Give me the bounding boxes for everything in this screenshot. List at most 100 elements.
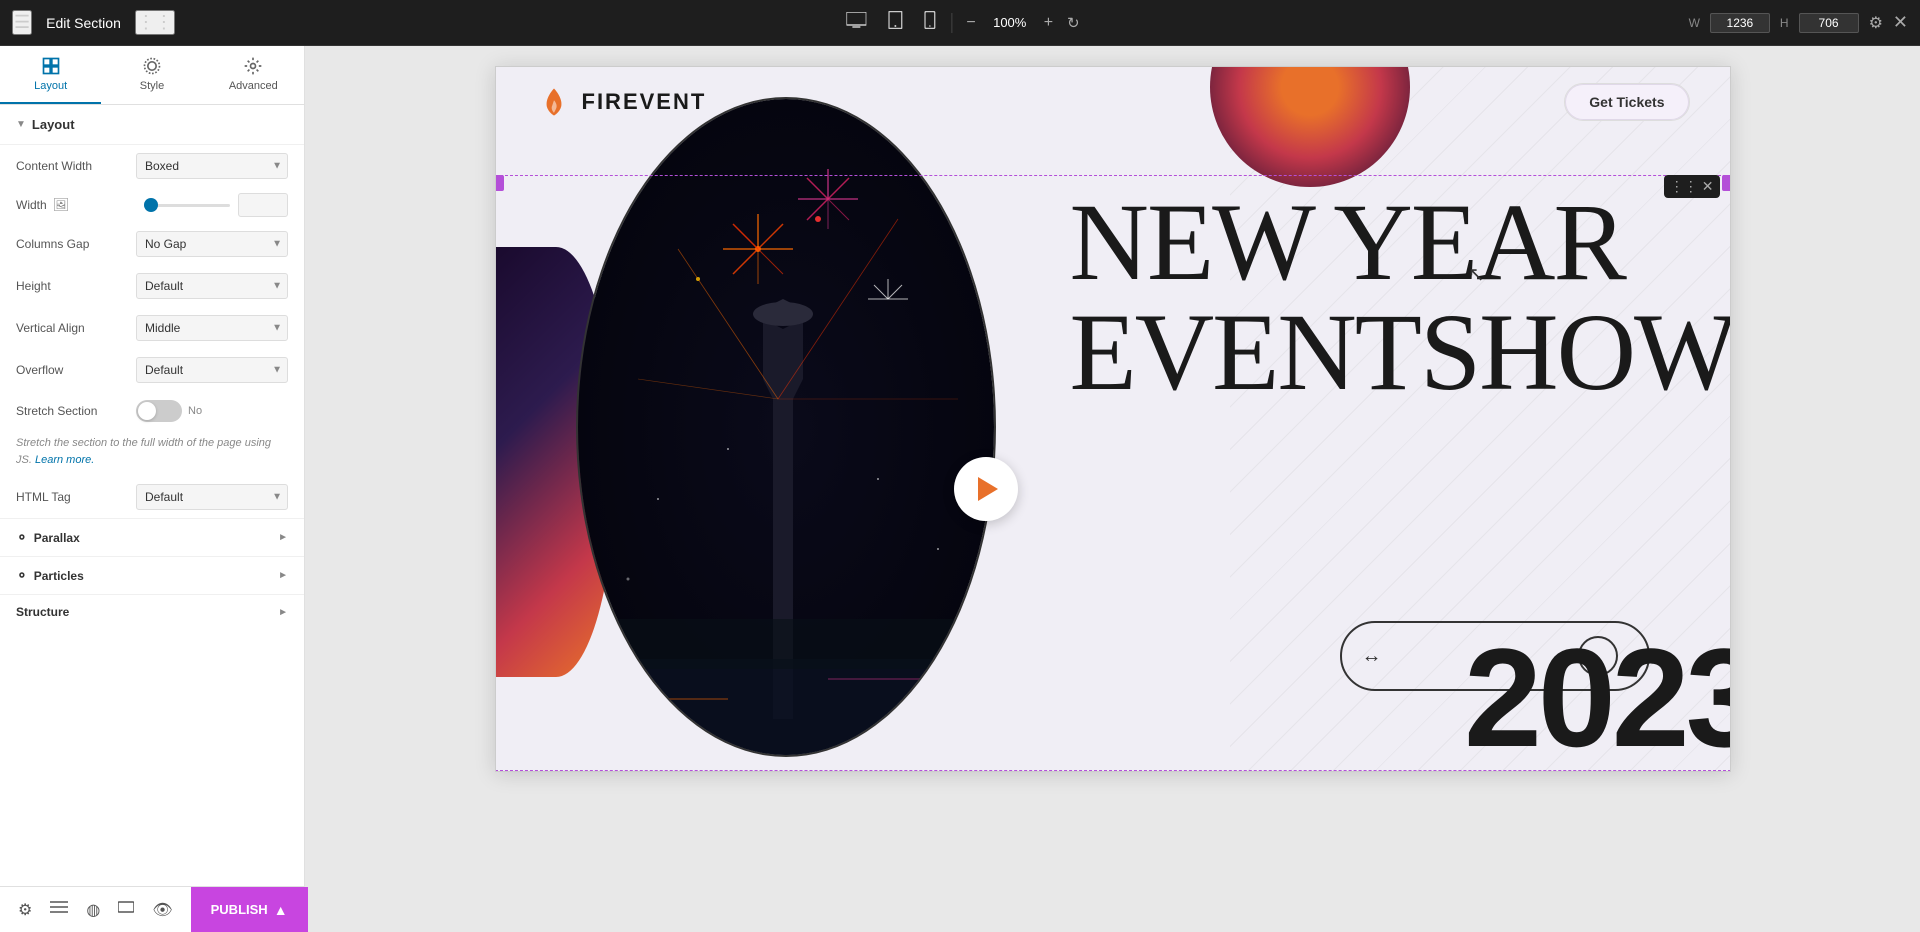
tab-layout-label: Layout <box>34 80 67 92</box>
height-row: Height DefaultFull HeightMin Height ▼ <box>0 265 304 307</box>
play-icon <box>978 477 998 501</box>
columns-gap-row: Columns Gap No GapNarrowDefaultWide ▼ <box>0 223 304 265</box>
preview-btn[interactable]: 👁 <box>146 896 178 924</box>
html-tag-select[interactable]: DefaultHeaderMainFooter <box>136 484 288 510</box>
grid-icon[interactable]: ⋮⋮ <box>135 10 175 35</box>
hero-year-wrap: 2023 <box>1464 635 1730 761</box>
settings-bottom-btn[interactable]: ⚙ <box>12 896 38 924</box>
slide-left-arrow: ↔ <box>1362 645 1382 668</box>
columns-gap-select[interactable]: No GapNarrowDefaultWide <box>136 231 288 257</box>
height-select[interactable]: DefaultFull HeightMin Height <box>136 273 288 299</box>
stretch-toggle[interactable] <box>136 400 182 422</box>
learn-more-link[interactable]: Learn more. <box>35 454 94 466</box>
top-bar-right: W H ⚙ ✕ <box>1689 12 1908 33</box>
width-field-label: Width <box>16 198 47 212</box>
responsive-btn[interactable] <box>112 896 140 923</box>
content-width-select[interactable]: BoxedFull Width <box>136 153 288 179</box>
particles-arrow: ► <box>278 570 288 581</box>
sidebar-tabs: Layout Style Advanced <box>0 46 304 105</box>
sidebar: Layout Style Advanced ▼ Layout Content W… <box>0 46 305 932</box>
parallax-arrow: ► <box>278 532 288 543</box>
floating-toolbar: ⋮⋮ ✕ <box>1664 175 1720 198</box>
particles-icon: ⚬ <box>16 567 28 584</box>
height-field-label: Height <box>16 279 136 293</box>
logo-text: FIREVENT <box>582 89 707 115</box>
parallax-icon: ⚬ <box>16 529 28 546</box>
layers-btn[interactable] <box>44 896 74 923</box>
stretch-section-row: Stretch Section No <box>0 391 304 431</box>
hero-year: 2023 <box>1464 619 1730 772</box>
mobile-device-btn[interactable] <box>918 7 941 38</box>
content-width-control: BoxedFull Width ▼ <box>136 153 288 179</box>
bottom-actions: ⚙ ◍ 👁 <box>0 896 191 924</box>
width-label: W <box>1689 16 1700 30</box>
divider <box>951 13 952 33</box>
publish-button[interactable]: PUBLISH ▲ <box>191 887 308 932</box>
vertical-align-select[interactable]: TopMiddleBottom <box>136 315 288 341</box>
floating-toolbar-drag[interactable]: ⋮⋮ <box>1670 178 1698 195</box>
page-header: FIREVENT Get Tickets <box>496 67 1730 137</box>
width-slider[interactable] <box>144 204 230 207</box>
layout-section-header[interactable]: ▼ Layout <box>0 105 304 145</box>
oval-fireworks-image <box>576 97 996 757</box>
particles-section[interactable]: ⚬ Particles ► <box>0 556 304 594</box>
publish-arrow-icon: ▲ <box>274 902 288 918</box>
height-label: H <box>1780 16 1789 30</box>
overflow-label: Overflow <box>16 363 136 377</box>
tab-style[interactable]: Style <box>101 46 202 104</box>
top-bar: ☰ Edit Section ⋮⋮ − 100% + ↻ W H ⚙ ✕ <box>0 0 1920 46</box>
page-title: Edit Section <box>46 15 121 31</box>
tab-advanced-label: Advanced <box>229 80 278 92</box>
parallax-section[interactable]: ⚬ Parallax ► <box>0 518 304 556</box>
content-width-label: Content Width <box>16 159 136 173</box>
vertical-align-row: Vertical Align TopMiddleBottom ▼ <box>0 307 304 349</box>
floating-toolbar-close[interactable]: ✕ <box>1702 178 1714 195</box>
zoom-in-btn[interactable]: + <box>1040 12 1057 34</box>
width-row: Width 🖼 <box>0 187 304 223</box>
layout-section-title: Layout <box>32 117 75 132</box>
height-input[interactable] <box>1799 13 1859 33</box>
tab-layout[interactable]: Layout <box>0 46 101 104</box>
width-input[interactable] <box>1710 13 1770 33</box>
zoom-value: 100% <box>990 15 1030 30</box>
stretch-toggle-label: No <box>188 405 202 417</box>
canvas: FIREVENT Get Tickets <box>305 46 1920 932</box>
tablet-device-btn[interactable] <box>882 7 908 38</box>
parallax-label: Parallax <box>34 531 80 545</box>
bottom-bar: ⚙ ◍ 👁 PUBLISH ▲ <box>0 886 305 932</box>
zoom-out-btn[interactable]: − <box>962 12 979 34</box>
tab-style-label: Style <box>140 80 164 92</box>
content-width-row: Content Width BoxedFull Width ▼ <box>0 145 304 187</box>
structure-arrow: ► <box>278 607 288 618</box>
get-tickets-btn[interactable]: Get Tickets <box>1564 83 1689 121</box>
fireworks-svg <box>578 99 996 757</box>
undo-btn[interactable]: ↻ <box>1067 14 1080 32</box>
layout-collapse-arrow: ▼ <box>16 119 26 130</box>
selection-handle-tr[interactable] <box>1722 175 1731 191</box>
desktop-device-btn[interactable] <box>840 8 872 37</box>
vertical-align-label: Vertical Align <box>16 321 136 335</box>
close-btn[interactable]: ✕ <box>1893 12 1908 33</box>
top-bar-center: − 100% + ↻ <box>840 7 1079 38</box>
publish-label: PUBLISH <box>211 902 268 917</box>
overflow-row: Overflow DefaultHidden ▼ <box>0 349 304 391</box>
columns-gap-label: Columns Gap <box>16 237 136 251</box>
structure-section[interactable]: Structure ► <box>0 594 304 629</box>
selection-handle-tl[interactable] <box>495 175 504 191</box>
history-btn[interactable]: ◍ <box>80 896 106 924</box>
hero-title: NEW YEAR EVENTSHOW <box>1070 187 1731 407</box>
structure-label: Structure <box>16 605 69 619</box>
play-button[interactable] <box>954 457 1018 521</box>
tab-advanced[interactable]: Advanced <box>203 46 304 104</box>
logo-flame-icon <box>536 84 572 120</box>
width-value-input[interactable] <box>238 193 288 217</box>
page-preview: FIREVENT Get Tickets <box>495 66 1731 772</box>
top-bar-left: ☰ Edit Section ⋮⋮ <box>12 10 175 35</box>
overflow-select[interactable]: DefaultHidden <box>136 357 288 383</box>
stretch-section-label: Stretch Section <box>16 404 136 418</box>
menu-icon[interactable]: ☰ <box>12 10 32 35</box>
hero-text: NEW YEAR EVENTSHOW <box>1030 187 1730 407</box>
html-tag-label: HTML Tag <box>16 490 136 504</box>
settings-btn[interactable]: ⚙ <box>1869 13 1883 33</box>
toggle-knob <box>138 402 156 420</box>
